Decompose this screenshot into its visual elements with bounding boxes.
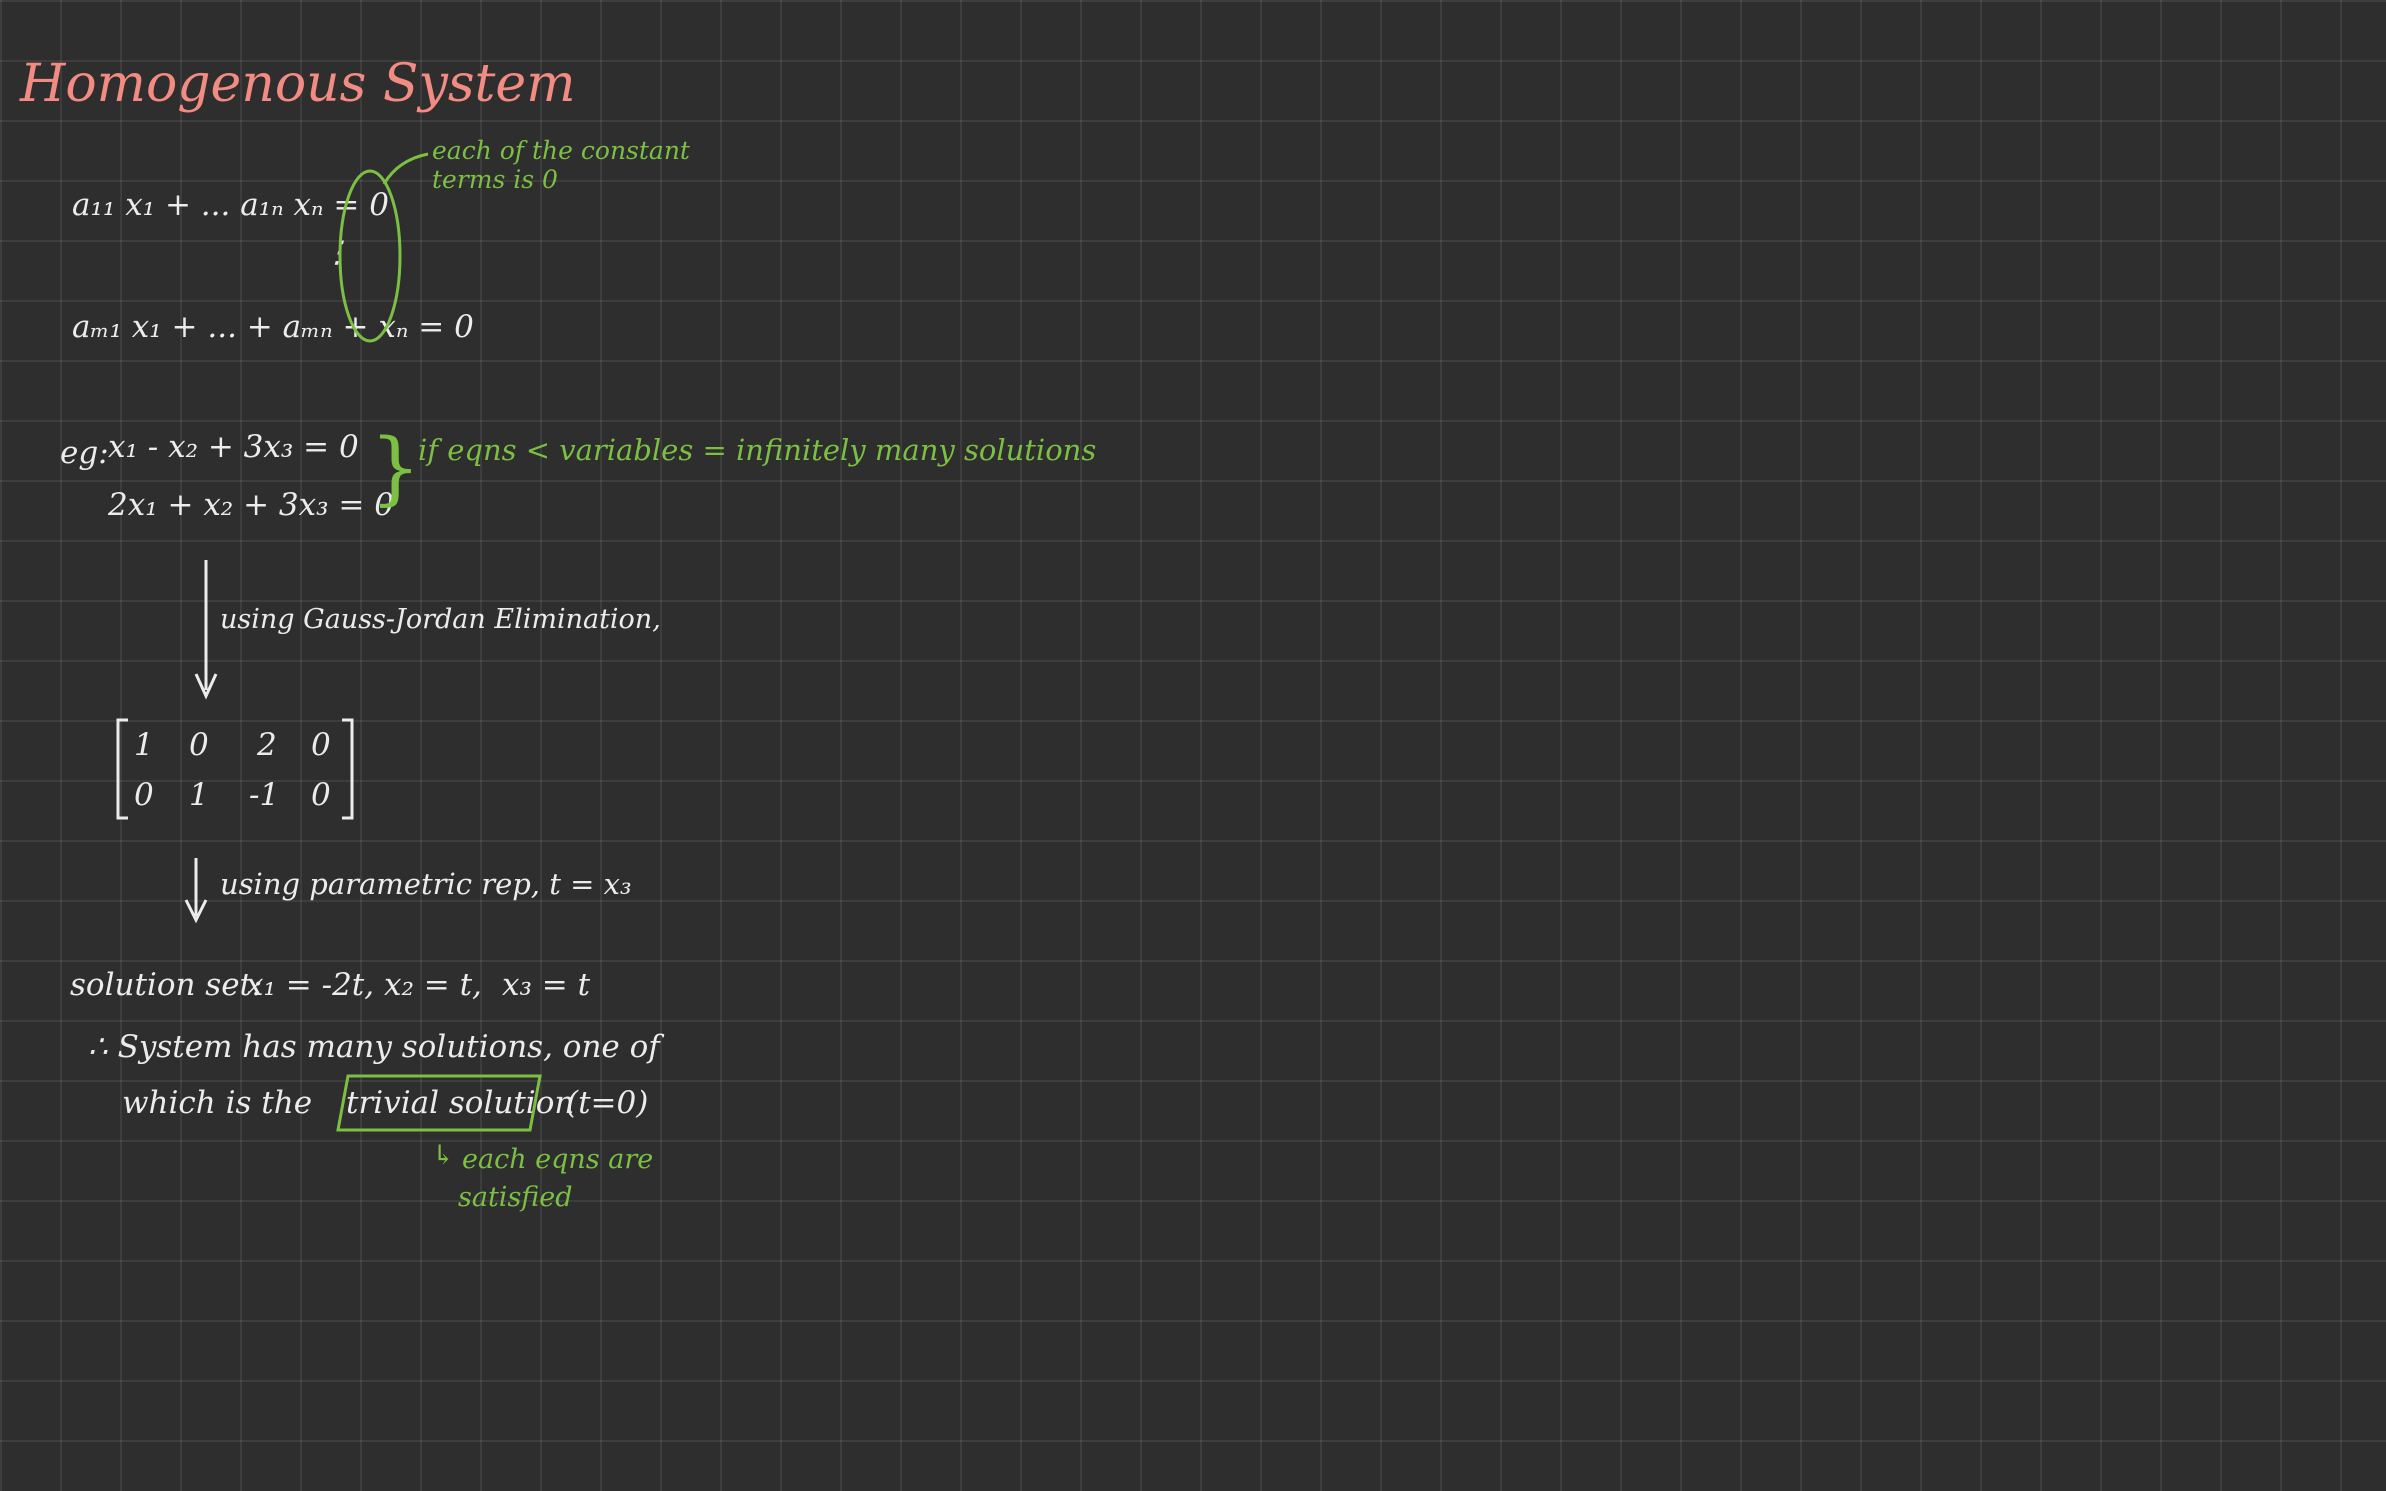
gauss-jordan-step: using Gauss-Jordan Elimination, bbox=[220, 604, 661, 635]
conclusion-line-2: which is the bbox=[122, 1085, 313, 1121]
sub-note-line-2: satisfied bbox=[458, 1182, 573, 1213]
infinite-solutions-note: if eqns < variables = infinitely many so… bbox=[418, 433, 1097, 467]
matrix-cell: 2 bbox=[257, 727, 277, 763]
example-brace: } bbox=[370, 421, 421, 514]
matrix-cell: 0 bbox=[311, 727, 331, 763]
sub-note-arrow-icon: ↳ bbox=[432, 1140, 455, 1171]
trivial-solution-box: trivial solution bbox=[346, 1085, 575, 1121]
solution-x2: x₂ = t, bbox=[384, 967, 482, 1003]
matrix-row: 1 0 2 0 bbox=[114, 730, 356, 766]
conclusion-line-1: ∴ System has many solutions, one of bbox=[88, 1029, 660, 1065]
sub-note-line-1: each eqns are bbox=[462, 1144, 654, 1175]
trivial-condition: (t=0) bbox=[566, 1085, 649, 1121]
solution-x1: x₁ = -2t, bbox=[246, 967, 375, 1003]
parametric-step: using parametric rep, t = x₃ bbox=[220, 867, 632, 901]
example-eq-2: 2x₁ + x₂ + 3x₃ = 0 bbox=[108, 487, 394, 523]
matrix-row: 0 1 -1 0 bbox=[114, 780, 356, 816]
annotation-strokes bbox=[116, 152, 542, 1132]
matrix-cell: -1 bbox=[249, 777, 280, 813]
matrix-cell: 0 bbox=[189, 727, 209, 763]
vertical-dots: ⋮ bbox=[322, 235, 352, 270]
matrix-cell: 0 bbox=[134, 777, 154, 813]
example-eq-1: x₁ - x₂ + 3x₃ = 0 bbox=[108, 429, 359, 465]
matrix-cell: 1 bbox=[134, 727, 154, 763]
page-title: Homogenous System bbox=[20, 54, 576, 114]
note-connector bbox=[382, 152, 429, 185]
general-row-1: a₁₁ x₁ + ... a₁ₙ xₙ = 0 bbox=[72, 187, 389, 223]
solution-x3: x₃ = t bbox=[502, 967, 591, 1003]
matrix-cell: 0 bbox=[311, 777, 331, 813]
matrix-cell: 1 bbox=[189, 777, 209, 813]
reduced-matrix: 1 0 2 0 0 1 -1 0 bbox=[114, 718, 356, 820]
general-row-m: aₘ₁ x₁ + ... + aₘₙ + xₙ = 0 bbox=[72, 309, 474, 345]
solution-set-label: solution set: bbox=[70, 967, 263, 1003]
constant-terms-note-2: terms is 0 bbox=[432, 165, 558, 194]
constant-terms-note-1: each of the constant bbox=[432, 136, 690, 165]
example-label: eg: bbox=[60, 435, 109, 471]
